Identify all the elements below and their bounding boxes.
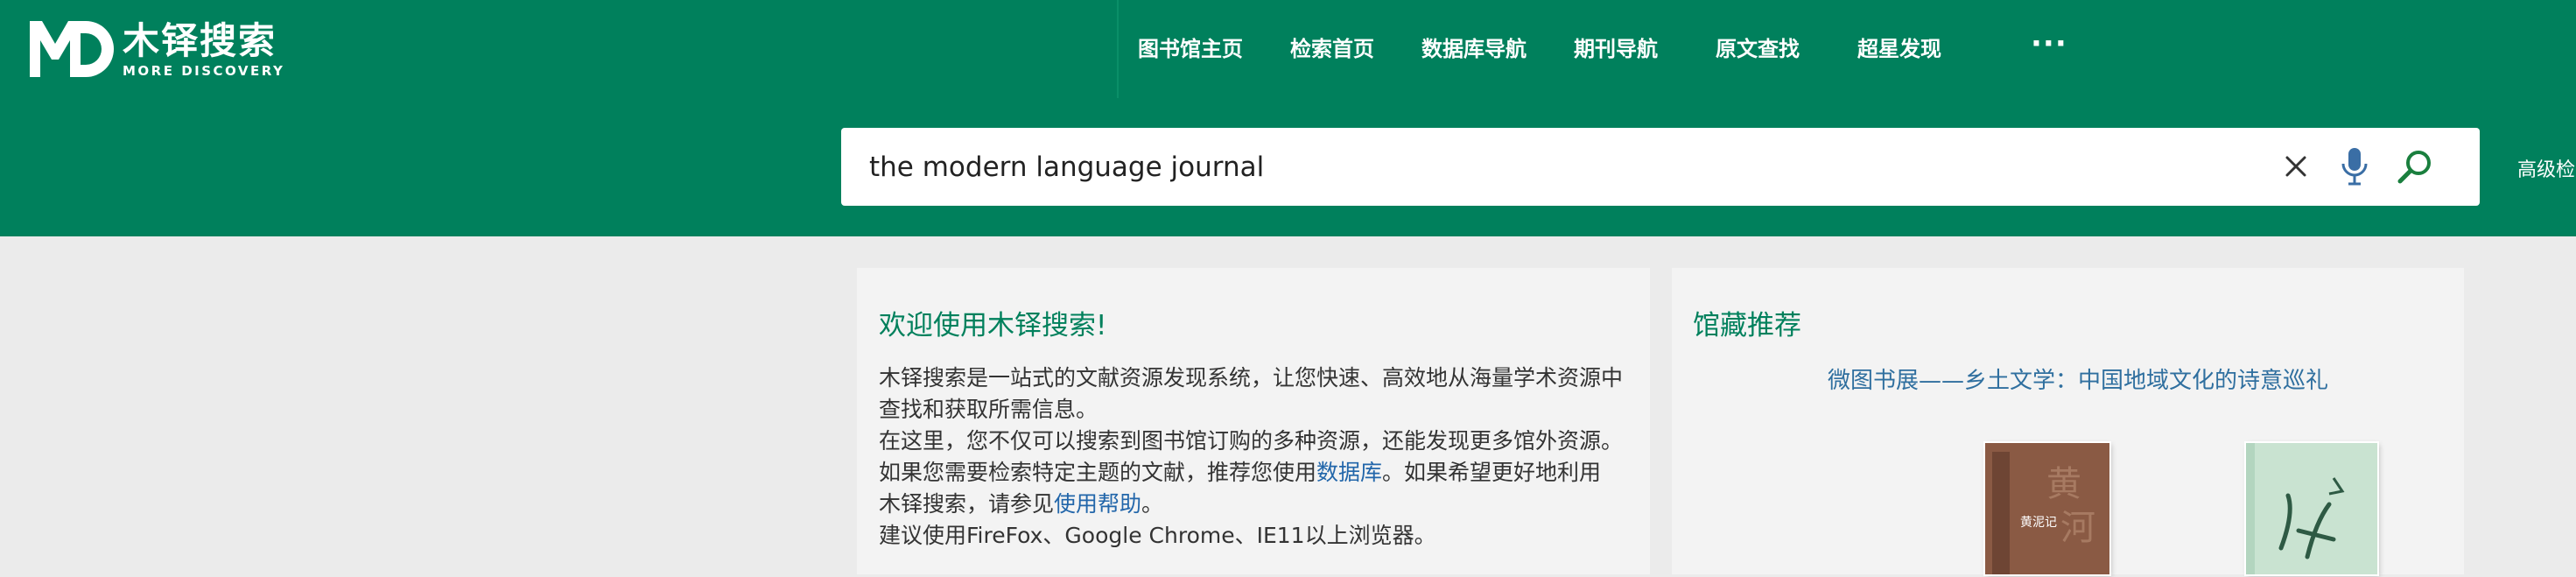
recommend-title: 馆藏推荐 [1693, 310, 1801, 341]
logo-title: 木铎搜索 [123, 19, 277, 62]
search-button[interactable] [2392, 144, 2438, 189]
more-menu-icon[interactable]: ··· [2031, 26, 2067, 61]
logo[interactable]: 木铎搜索 MORE DISCOVERY [30, 19, 285, 79]
welcome-line: 建议使用FireFox、Google Chrome、IE11以上浏览器。 [879, 523, 1436, 548]
svg-text:黄: 黄 [2046, 464, 2081, 504]
search-icon [2397, 151, 2431, 184]
book-cover[interactable]: 黄 河 黄泥记 [1985, 443, 2109, 574]
search-input[interactable] [867, 140, 2254, 194]
nav-item-label: 数据库导航 [1421, 36, 1527, 61]
nav-chaoxing-discovery[interactable]: 超星发现 [1857, 0, 1941, 93]
nav-item-label: 检索首页 [1290, 36, 1374, 61]
logo-subtitle: MORE DISCOVERY [123, 63, 285, 79]
nav-item-label: 原文查找 [1716, 36, 1800, 61]
book-cover-art-icon: 黄 河 黄泥记 [1985, 443, 2109, 574]
book-cover[interactable] [2246, 443, 2377, 574]
search-box [841, 128, 2480, 206]
database-link[interactable]: 数据库 [1316, 460, 1382, 485]
nav-item-label: 图书馆主页 [1138, 36, 1243, 61]
recommend-panel: 馆藏推荐 微图书展——乡土文学：中国地域文化的诗意巡礼 黄 河 黄泥记 [1672, 268, 2464, 574]
welcome-line: 如果您需要检索特定主题的文献，推荐您使用数据库。如果希望更好地利用木铎搜索，请参… [879, 460, 1602, 517]
header-bar: 木铎搜索 MORE DISCOVERY 图书馆主页 检索首页 数据库导航 期刊导… [0, 0, 2576, 236]
advanced-search-link[interactable]: 高级检 [2517, 154, 2575, 182]
microphone-icon [2341, 148, 2368, 186]
nav-full-text-finder[interactable]: 原文查找 [1716, 0, 1800, 93]
nav-search-home[interactable]: 检索首页 [1290, 0, 1374, 93]
nav-item-label: 超星发现 [1857, 36, 1941, 61]
nav-library-home[interactable]: 图书馆主页 [1138, 0, 1243, 93]
welcome-panel: 欢迎使用木铎搜索! 木铎搜索是一站式的文献资源发现系统，让您快速、高效地从海量学… [857, 268, 1650, 574]
nav-divider [1117, 0, 1119, 98]
welcome-text: 木铎搜索是一站式的文献资源发现系统，让您快速、高效地从海量学术资源中查找和获取所… [879, 362, 1623, 552]
close-icon [2285, 156, 2306, 177]
svg-text:河: 河 [2060, 508, 2095, 548]
book-cover-art-icon [2246, 443, 2377, 574]
nav-database-nav[interactable]: 数据库导航 [1421, 0, 1527, 93]
book-exhibit-link[interactable]: 微图书展——乡土文学：中国地域文化的诗意巡礼 [1828, 362, 2328, 395]
nav-journal-nav[interactable]: 期刊导航 [1574, 0, 1658, 93]
welcome-line: 在这里，您不仅可以搜索到图书馆订购的多种资源，还能发现更多馆外资源。 [879, 428, 1624, 454]
welcome-title: 欢迎使用木铎搜索! [879, 310, 1107, 341]
logo-mark-icon [30, 21, 114, 77]
voice-search-button[interactable] [2332, 144, 2377, 189]
clear-button[interactable] [2273, 144, 2319, 189]
book-title-text: 黄泥记 [2020, 515, 2057, 530]
nav-item-label: 期刊导航 [1574, 36, 1658, 61]
welcome-line: 木铎搜索是一站式的文献资源发现系统，让您快速、高效地从海量学术资源中查找和获取所… [879, 365, 1624, 422]
help-link[interactable]: 使用帮助 [1054, 491, 1141, 517]
